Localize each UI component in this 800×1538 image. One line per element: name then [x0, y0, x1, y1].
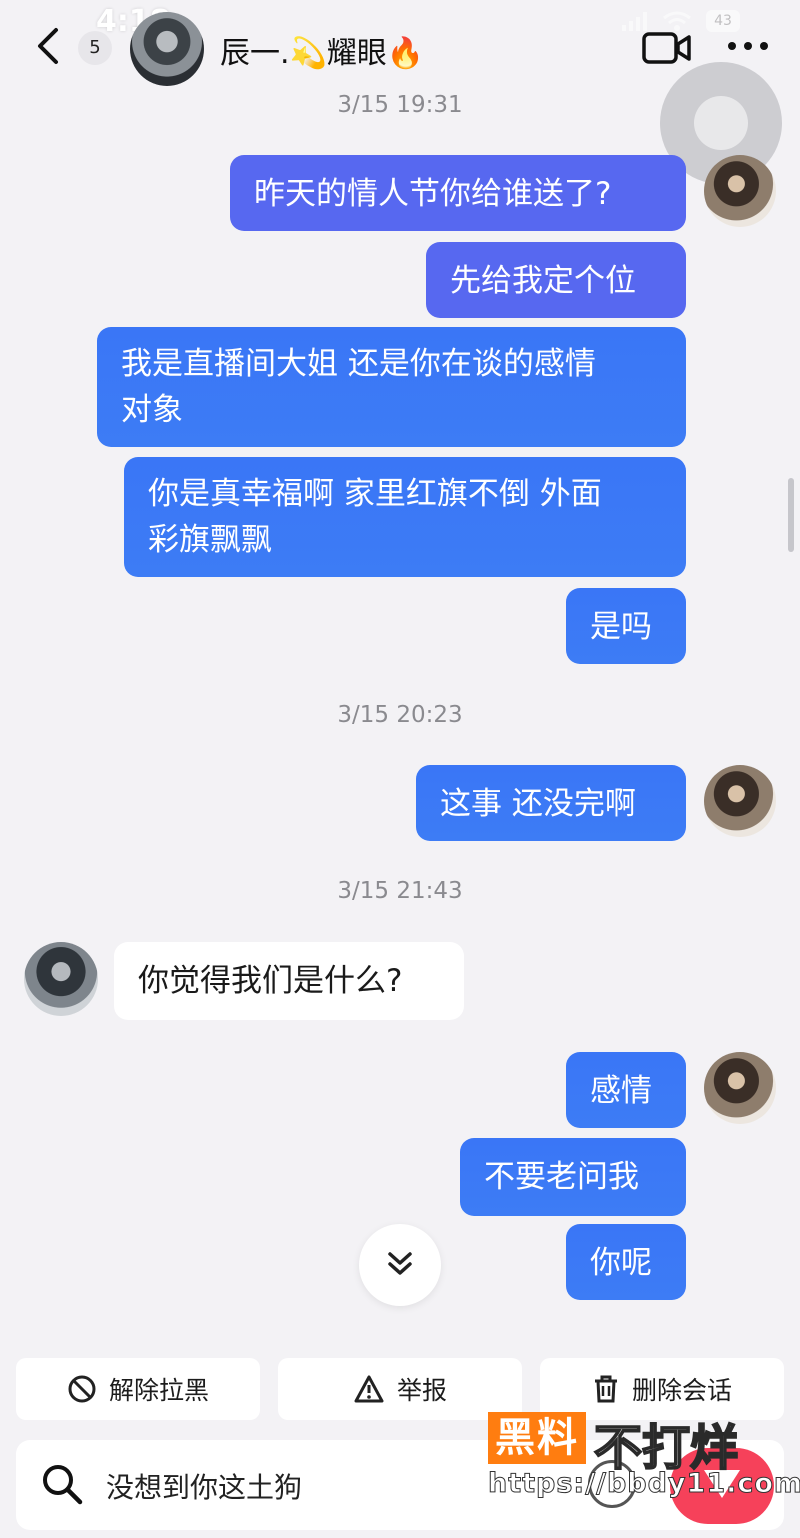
scroll-to-bottom-button[interactable] — [359, 1224, 441, 1306]
status-icons: 43 — [622, 10, 740, 32]
message-bubble-outgoing[interactable]: 不要老问我 — [460, 1138, 686, 1216]
message-line: 对象 — [121, 392, 183, 428]
message-bubble-incoming[interactable]: 你觉得我们是什么? — [114, 942, 464, 1020]
my-avatar[interactable] — [704, 1052, 776, 1124]
video-call-icon[interactable] — [642, 30, 692, 66]
message-bubble-outgoing[interactable]: 这事 还没完啊 — [416, 765, 686, 841]
wifi-icon — [663, 11, 691, 31]
timestamp: 3/15 21:43 — [337, 878, 463, 904]
timestamp: 3/15 20:23 — [337, 702, 463, 728]
message-bubble-outgoing[interactable]: 昨天的情人节你给谁送了? — [230, 155, 686, 231]
watermark-logo-box: 黑料 — [488, 1412, 586, 1464]
contact-message-avatar[interactable] — [24, 942, 98, 1016]
message-line: 你是真幸福啊 家里红旗不倒 外面 — [148, 476, 602, 512]
message-line: 彩旗飘飘 — [148, 522, 272, 558]
message-input-field[interactable]: 没想到你这土狗 — [106, 1466, 302, 1506]
unblock-button[interactable]: 解除拉黑 — [16, 1358, 260, 1420]
message-line: 我是直播间大姐 还是你在谈的感情 — [121, 346, 596, 382]
message-bubble-outgoing[interactable]: 你呢 — [566, 1224, 686, 1300]
report-button[interactable]: 举报 — [278, 1358, 522, 1420]
message-bubble-outgoing[interactable]: 感情 — [566, 1052, 686, 1128]
message-bubble-outgoing[interactable]: 是吗 — [566, 588, 686, 664]
scrollbar-thumb[interactable] — [788, 478, 794, 552]
delete-chat-label: 删除会话 — [631, 1376, 732, 1405]
watermark-url: https://bbdy11.com — [487, 1468, 800, 1500]
contact-name[interactable]: 辰一.💫耀眼🔥 — [220, 28, 424, 72]
warning-icon — [354, 1375, 384, 1403]
search-icon[interactable] — [40, 1462, 84, 1506]
prohibited-icon — [68, 1375, 96, 1403]
contact-avatar[interactable] — [130, 12, 204, 86]
timestamp: 3/15 19:31 — [337, 92, 463, 118]
message-bubble-outgoing[interactable]: 你是真幸福啊 家里红旗不倒 外面 彩旗飘飘 — [124, 457, 686, 577]
battery-indicator: 43 — [706, 10, 740, 32]
back-arrow-icon[interactable] — [28, 24, 68, 68]
message-bubble-outgoing[interactable]: 先给我定个位 — [426, 242, 686, 318]
report-label: 举报 — [396, 1376, 447, 1405]
message-bubble-outgoing[interactable]: 我是直播间大姐 还是你在谈的感情 对象 — [97, 327, 686, 447]
my-avatar[interactable] — [704, 155, 776, 227]
signal-icon — [622, 11, 648, 31]
more-options-icon[interactable] — [726, 36, 770, 56]
double-chevron-down-icon — [388, 1252, 412, 1275]
my-avatar[interactable] — [704, 765, 776, 837]
unread-count-badge[interactable]: 5 — [78, 31, 112, 65]
trash-icon — [594, 1375, 617, 1403]
unblock-label: 解除拉黑 — [108, 1376, 209, 1405]
